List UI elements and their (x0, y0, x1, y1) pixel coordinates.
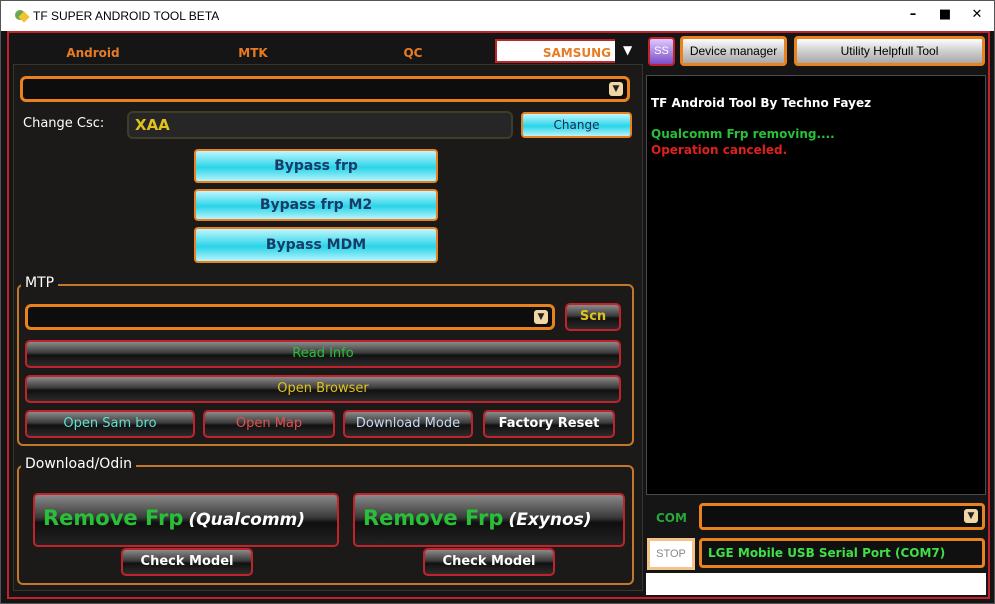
minimize-icon[interactable]: – (906, 7, 920, 22)
log-line: TF Android Tool By Techno Fayez (651, 96, 872, 110)
exynos-label: (Exynos) (508, 510, 592, 530)
tab-mtk[interactable]: MTK (193, 41, 313, 65)
bypass-mdm-button[interactable]: Bypass MDM (194, 227, 438, 263)
chevron-down-icon[interactable]: ▼ (609, 82, 623, 96)
change-csc-button[interactable]: Change (521, 112, 632, 138)
client-area: Android MTK QC SAMSUNG ▼ ▼ Change Csc: X… (7, 31, 990, 599)
tab-qc[interactable]: QC (353, 41, 473, 65)
open-browser-button[interactable]: Open Browser (25, 375, 621, 403)
samsung-panel: ▼ Change Csc: XAA Change Bypass frp Bypa… (13, 64, 643, 591)
mtp-device-combo[interactable]: ▼ (25, 304, 555, 330)
tab-samsung[interactable]: SAMSUNG (495, 39, 615, 63)
maximize-icon[interactable]: ■ (938, 7, 952, 22)
remove-frp-label: Remove Frp (363, 506, 504, 530)
check-model-qualcomm-button[interactable]: Check Model (121, 548, 253, 576)
stop-button[interactable]: STOP (647, 538, 695, 570)
app-window: TF SUPER ANDROID TOOL BETA – ■ ✕ Android… (0, 0, 995, 604)
bypass-frp-button[interactable]: Bypass frp (194, 149, 438, 183)
chevron-down-icon[interactable]: ▼ (964, 509, 978, 523)
status-bar (646, 573, 986, 595)
csc-input[interactable]: XAA (127, 111, 513, 139)
mtp-title: MTP (21, 275, 59, 291)
read-info-button[interactable]: Read Info (25, 340, 621, 368)
remove-frp-qualcomm-button[interactable]: Remove Frp (Qualcomm) (33, 493, 339, 547)
mtp-group: MTP ▼ Scn Read Info Open Browser Open Sa… (17, 275, 634, 446)
open-sam-bro-button[interactable]: Open Sam bro (25, 410, 195, 438)
title-bar[interactable]: TF SUPER ANDROID TOOL BETA – ■ ✕ (1, 1, 994, 31)
factory-reset-button[interactable]: Factory Reset (483, 410, 615, 438)
com-label: COM (656, 511, 687, 525)
change-csc-label: Change Csc: (23, 116, 105, 131)
window-title: TF SUPER ANDROID TOOL BETA (33, 9, 220, 23)
model-combo[interactable]: ▼ (20, 76, 630, 102)
tab-android[interactable]: Android (33, 41, 153, 65)
bypass-frp-m2-button[interactable]: Bypass frp M2 (194, 189, 438, 221)
qualcomm-label: (Qualcomm) (188, 510, 306, 530)
log-output: TF Android Tool By Techno Fayez Qualcomm… (646, 75, 986, 495)
tab-bar: Android MTK QC SAMSUNG ▼ (13, 35, 643, 65)
odin-title: Download/Odin (21, 456, 136, 472)
app-logo-icon (13, 8, 29, 24)
close-icon[interactable]: ✕ (970, 7, 984, 22)
tab-overflow-arrow-icon[interactable]: ▼ (623, 43, 632, 57)
remove-frp-exynos-button[interactable]: Remove Frp (Exynos) (353, 493, 625, 547)
device-manager-button[interactable]: Device manager (680, 36, 787, 66)
download-mode-button[interactable]: Download Mode (343, 410, 473, 438)
log-line: Operation canceled. (651, 143, 788, 157)
com-port-combo[interactable]: ▼ (699, 503, 985, 530)
check-model-exynos-button[interactable]: Check Model (423, 548, 555, 576)
scan-button[interactable]: Scn (565, 303, 621, 331)
remove-frp-label: Remove Frp (43, 506, 184, 530)
selected-port-display: LGE Mobile USB Serial Port (COM7) (699, 538, 985, 568)
window-controls: – ■ ✕ (906, 7, 984, 22)
log-line: Qualcomm Frp removing.... (651, 127, 835, 141)
screenshot-button[interactable]: SS (648, 37, 675, 66)
chevron-down-icon[interactable]: ▼ (534, 310, 548, 324)
open-map-button[interactable]: Open Map (203, 410, 335, 438)
utility-tool-button[interactable]: Utility Helpfull Tool (794, 36, 985, 66)
odin-group: Download/Odin Remove Frp (Qualcomm) Remo… (17, 456, 634, 585)
